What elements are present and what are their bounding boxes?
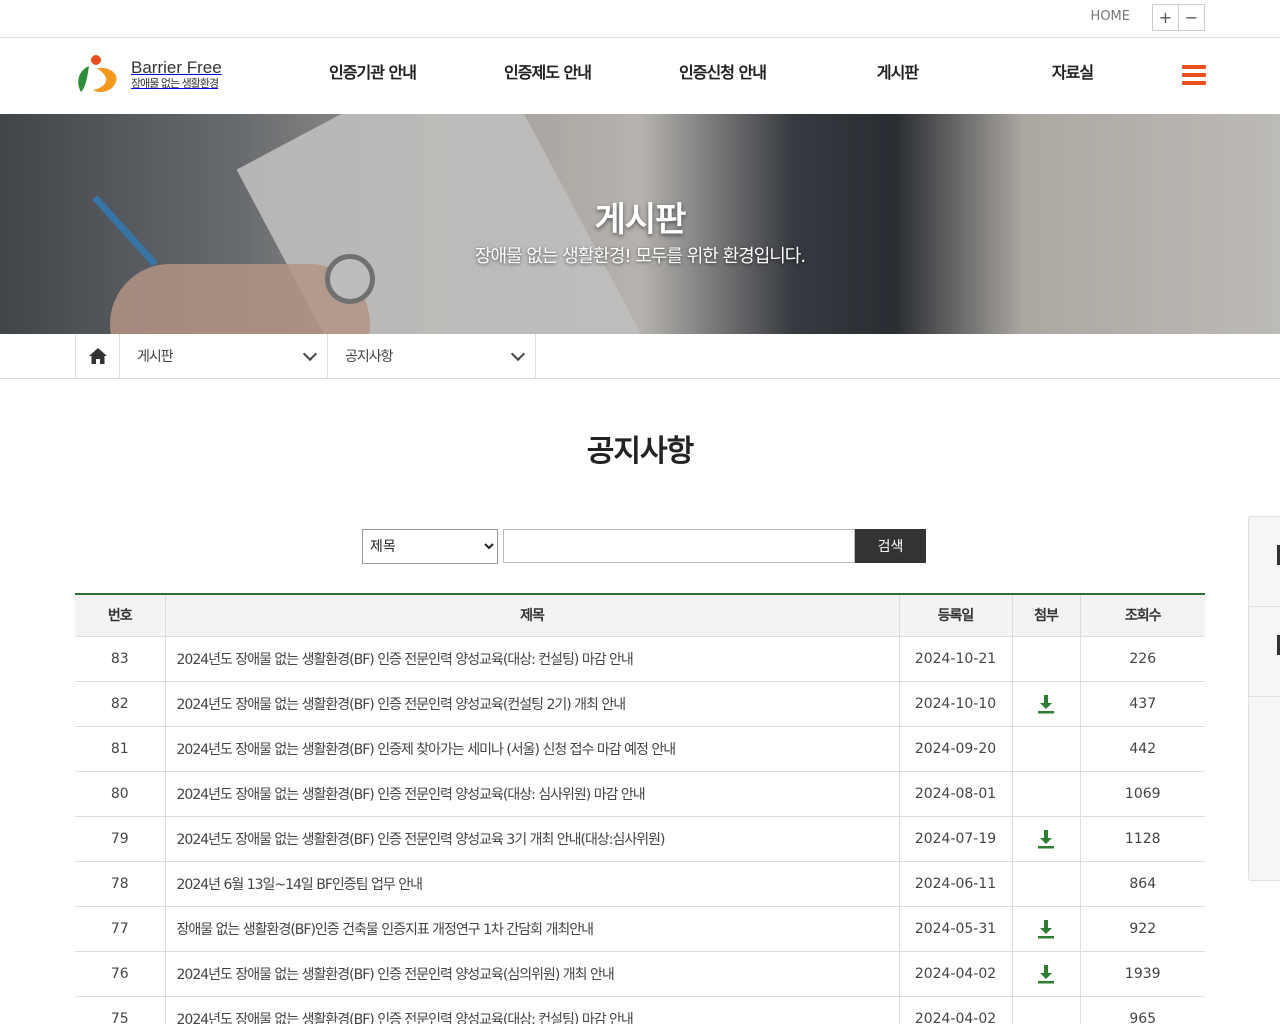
quick-menu-item[interactable] [1249,517,1280,607]
cell-number: 81 [75,726,166,772]
cell-views: 922 [1080,906,1205,952]
cell-views: 1069 [1080,771,1205,817]
column-header-title: 제목 [165,594,900,637]
table-header-row: 번호 제목 등록일 첨부 조회수 [75,594,1205,637]
table-row[interactable]: 76 2024년도 장애물 없는 생활환경(BF) 인증 전문인력 양성교육(심의… [75,951,1205,997]
cell-title[interactable]: 2024년 6월 13일~14일 BF인증팀 업무 안내 [165,861,900,907]
cell-views: 1939 [1080,951,1205,997]
nav-certification-system[interactable]: 인증제도 안내 [460,38,635,114]
cell-views: 864 [1080,861,1205,907]
cell-attachment [1012,771,1081,817]
cell-views: 226 [1080,636,1205,682]
chevron-down-icon [510,346,526,362]
download-icon[interactable] [1036,919,1056,939]
logo-title: Barrier Free [131,57,222,77]
table-row[interactable]: 75 2024년도 장애물 없는 생활환경(BF) 인증 전문인력 양성교육(대상… [75,996,1205,1024]
cell-views: 442 [1080,726,1205,772]
cell-attachment [1012,861,1081,907]
cell-number: 77 [75,906,166,952]
download-icon[interactable] [1036,964,1056,984]
cell-date: 2024-10-21 [899,636,1013,682]
search-field-select[interactable]: 제목 [362,529,498,564]
table-row[interactable]: 79 2024년도 장애물 없는 생활환경(BF) 인증 전문인력 양성교육 3기… [75,816,1205,862]
table-row[interactable]: 77 장애물 없는 생활환경(BF)인증 건축물 인증지표 개정연구 1차 간담회… [75,906,1205,952]
cell-title[interactable]: 2024년도 장애물 없는 생활환경(BF) 인증 전문인력 양성교육(대상: … [165,996,900,1024]
table-row[interactable]: 83 2024년도 장애물 없는 생활환경(BF) 인증 전문인력 양성교육(대상… [75,636,1205,682]
location-bar: 게시판 공지사항 [0,334,1280,379]
cell-attachment [1012,816,1081,862]
nav-certification-apply[interactable]: 인증신청 안내 [635,38,810,114]
zoom-out-button[interactable]: − [1178,5,1204,30]
cell-number: 82 [75,681,166,727]
cell-title[interactable]: 2024년도 장애물 없는 생활환경(BF) 인증 전문인력 양성교육 3기 개… [165,816,900,862]
cell-attachment [1012,726,1081,772]
cell-attachment [1012,996,1081,1024]
cell-date: 2024-04-02 [899,951,1013,997]
cell-title[interactable]: 2024년도 장애물 없는 생활환경(BF) 인증 전문인력 양성교육(심의위원… [165,951,900,997]
logo-mark-icon [78,55,117,92]
nav-board[interactable]: 게시판 [810,38,985,114]
search-input[interactable] [503,529,855,563]
home-icon[interactable] [75,334,120,378]
cell-date: 2024-04-02 [899,996,1013,1024]
hero-banner: 게시판 장애물 없는 생활환경! 모두를 위한 환경입니다. [0,114,1280,334]
table-row[interactable]: 81 2024년도 장애물 없는 생활환경(BF) 인증제 찾아가는 세미나 (서… [75,726,1205,772]
cell-title[interactable]: 2024년도 장애물 없는 생활환경(BF) 인증 전문인력 양성교육(컨설팅 … [165,681,900,727]
cell-attachment [1012,951,1081,997]
cell-number: 76 [75,951,166,997]
cell-views: 1128 [1080,816,1205,862]
cell-number: 75 [75,996,166,1024]
cell-views: 965 [1080,996,1205,1024]
cell-number: 80 [75,771,166,817]
cell-attachment [1012,681,1081,727]
cell-date: 2024-05-31 [899,906,1013,952]
logo-subtitle: 장애물 없는 생활환경 [131,76,219,90]
search-button[interactable]: 검색 [855,529,926,563]
column-header-date: 등록일 [899,594,1013,637]
utility-bar: HOME + − [0,0,1280,38]
cell-title[interactable]: 장애물 없는 생활환경(BF)인증 건축물 인증지표 개정연구 1차 간담회 개… [165,906,900,952]
hamburger-menu-icon[interactable] [1182,65,1206,85]
cell-number: 83 [75,636,166,682]
cell-title[interactable]: 2024년도 장애물 없는 생활환경(BF) 인증 전문인력 양성교육(대상: … [165,636,900,682]
column-header-number: 번호 [75,594,166,637]
nav-certification-agency[interactable]: 인증기관 안내 [285,38,460,114]
cell-date: 2024-08-01 [899,771,1013,817]
table-row[interactable]: 82 2024년도 장애물 없는 생활환경(BF) 인증 전문인력 양성교육(컨설… [75,681,1205,727]
hero-subtitle: 장애물 없는 생활환경! 모두를 위한 환경입니다. [474,246,806,267]
home-link[interactable]: HOME [1091,9,1130,24]
cell-views: 437 [1080,681,1205,727]
site-logo[interactable]: Barrier Free 장애물 없는 생활환경 [75,52,222,96]
site-header: Barrier Free 장애물 없는 생활환경 인증기관 안내 인증제도 안내… [0,38,1280,114]
column-header-attachment: 첨부 [1012,594,1081,637]
table-row[interactable]: 80 2024년도 장애물 없는 생활환경(BF) 인증 전문인력 양성교육(대상… [75,771,1205,817]
quick-menu-item[interactable] [1249,607,1280,697]
download-icon[interactable] [1036,829,1056,849]
location-dropdown-depth2[interactable]: 공지사항 [328,334,536,378]
search-form: 제목 검색 [362,529,926,564]
zoom-controls: + − [1152,4,1205,31]
notice-table: 번호 제목 등록일 첨부 조회수 83 2024년도 장애물 없는 생활환경(BF… [75,593,1205,1024]
cell-date: 2024-10-10 [899,681,1013,727]
download-icon[interactable] [1036,694,1056,714]
cell-number: 78 [75,861,166,907]
page-title: 공지사항 [586,434,694,469]
nav-resources[interactable]: 자료실 [985,38,1160,114]
cell-attachment [1012,906,1081,952]
main-navigation: 인증기관 안내 인증제도 안내 인증신청 안내 게시판 자료실 [285,38,1160,114]
cell-number: 79 [75,816,166,862]
location-dropdown-depth1[interactable]: 게시판 [120,334,328,378]
column-header-views: 조회수 [1080,594,1205,637]
cell-attachment [1012,636,1081,682]
cell-date: 2024-09-20 [899,726,1013,772]
table-row[interactable]: 78 2024년 6월 13일~14일 BF인증팀 업무 안내 2024-06-11… [75,861,1205,907]
quick-menu [1248,516,1280,881]
hero-title: 게시판 [594,200,687,240]
zoom-in-button[interactable]: + [1153,5,1178,30]
cell-date: 2024-06-11 [899,861,1013,907]
cell-title[interactable]: 2024년도 장애물 없는 생활환경(BF) 인증 전문인력 양성교육(대상: … [165,771,900,817]
cell-title[interactable]: 2024년도 장애물 없는 생활환경(BF) 인증제 찾아가는 세미나 (서울)… [165,726,900,772]
chevron-down-icon [302,346,318,362]
cell-date: 2024-07-19 [899,816,1013,862]
